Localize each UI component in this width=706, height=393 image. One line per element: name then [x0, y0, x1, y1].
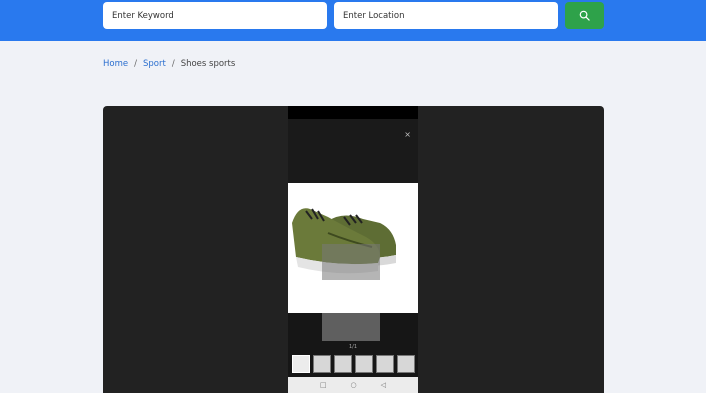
thumbnail[interactable]: [376, 355, 394, 373]
circle-icon[interactable]: ○: [351, 382, 357, 389]
android-nav-bar: □ ○ ◁: [288, 377, 418, 393]
product-photo[interactable]: [288, 183, 418, 313]
keyword-input[interactable]: [103, 2, 327, 29]
phone-screenshot: × 1/1 □ ○ ◁: [288, 106, 418, 393]
thumbnail[interactable]: [355, 355, 373, 373]
breadcrumb-current: Shoes sports: [180, 59, 236, 69]
back-triangle-icon[interactable]: ◁: [381, 382, 386, 389]
thumbnail[interactable]: [292, 355, 310, 373]
thumbnail[interactable]: [334, 355, 352, 373]
thumbnail-area: 1/1: [288, 313, 418, 377]
search-icon: [579, 10, 590, 21]
location-input[interactable]: [334, 2, 558, 29]
thumbnail[interactable]: [397, 355, 415, 373]
breadcrumb-category-link[interactable]: Sport: [143, 59, 166, 69]
zoom-lens: [322, 244, 380, 280]
status-bar: [288, 106, 418, 119]
search-button[interactable]: [565, 2, 604, 29]
square-icon[interactable]: □: [320, 382, 327, 389]
image-counter: 1/1: [348, 344, 358, 350]
zoom-preview: [322, 313, 380, 341]
breadcrumb: Home / Sport / Shoes sports: [103, 59, 235, 69]
close-icon[interactable]: ×: [404, 130, 411, 139]
breadcrumb-separator: /: [134, 59, 137, 69]
thumbnail[interactable]: [313, 355, 331, 373]
thumbnail-strip: [292, 355, 416, 373]
breadcrumb-separator: /: [171, 59, 175, 69]
breadcrumb-home-link[interactable]: Home: [103, 59, 128, 69]
image-viewer: × 1/1 □ ○ ◁: [103, 106, 604, 393]
header-bar: [0, 0, 706, 41]
